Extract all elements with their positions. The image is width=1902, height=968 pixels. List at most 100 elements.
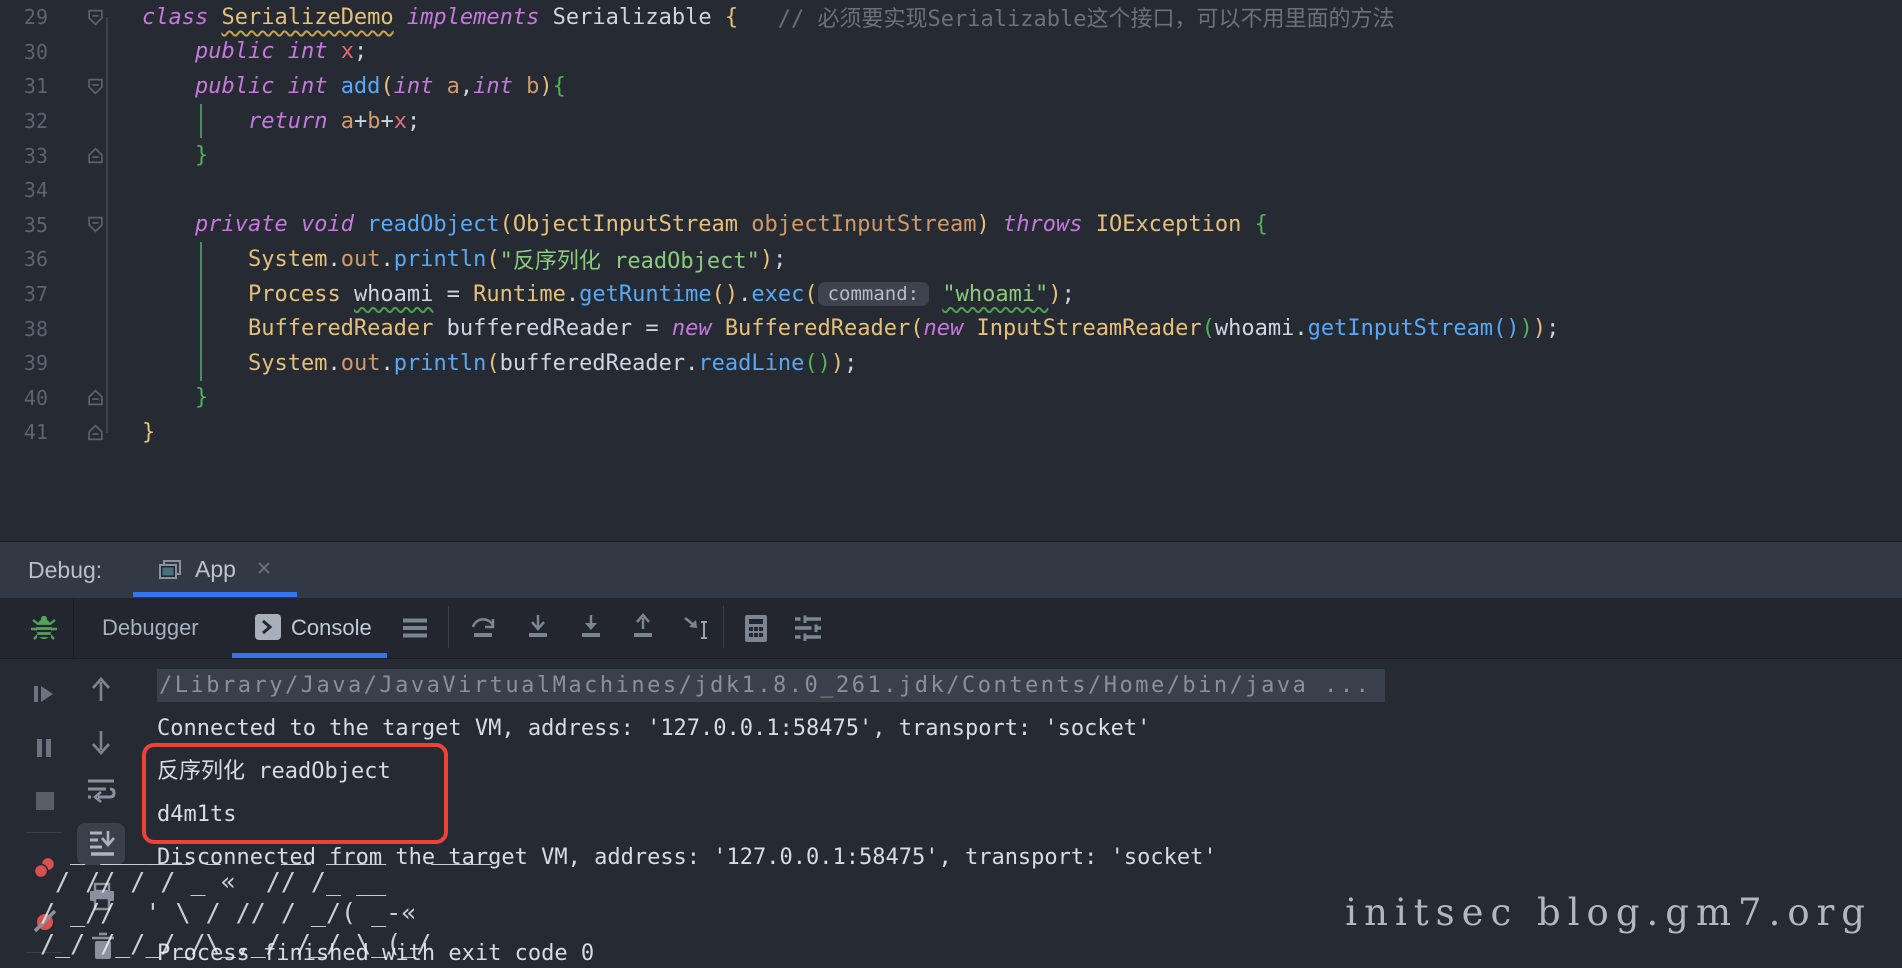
- soft-wrap-icon[interactable]: [86, 777, 116, 809]
- code-token: getInputStream: [1308, 316, 1493, 341]
- code-token: a: [447, 74, 460, 99]
- line-number: 36: [0, 247, 48, 271]
- code-token: Runtime: [473, 282, 566, 307]
- code-token: [1241, 212, 1254, 237]
- code-token: (): [804, 351, 831, 376]
- code-token: readLine: [698, 351, 804, 376]
- code-token: new: [672, 316, 725, 341]
- code-token: ): [539, 74, 552, 99]
- line-number: 40: [0, 386, 48, 410]
- tab-console[interactable]: Console: [291, 615, 372, 641]
- fold-marker-icon[interactable]: [48, 9, 142, 26]
- code-line[interactable]: 32 return a+b+x;: [0, 104, 1902, 139]
- stop-icon[interactable]: [35, 791, 55, 815]
- code-token: b: [367, 109, 380, 134]
- code-token: [738, 212, 751, 237]
- code-line[interactable]: 35 private void readObject(ObjectInputSt…: [0, 208, 1902, 243]
- code-line[interactable]: 33 }: [0, 138, 1902, 173]
- code-line[interactable]: 29class SerializeDemo implements Seriali…: [0, 0, 1902, 35]
- toolbar-separator: [26, 832, 62, 833]
- code-token: ;: [354, 39, 367, 64]
- line-number: 38: [0, 317, 48, 341]
- pause-icon[interactable]: [34, 737, 54, 763]
- code-token: println: [394, 351, 487, 376]
- code-token: (: [1202, 316, 1215, 341]
- code-token: out: [341, 247, 381, 272]
- fold-marker-icon[interactable]: [48, 216, 142, 233]
- code-line[interactable]: 41}: [0, 415, 1902, 450]
- code-token: BufferedReader: [248, 316, 433, 341]
- fold-marker-icon[interactable]: [48, 389, 142, 406]
- code-token: InputStreamReader: [976, 316, 1201, 341]
- debug-toolwindow-header: Debug: App ×: [0, 541, 1902, 598]
- console-line: /Library/Java/JavaVirtualMachines/jdk1.8…: [157, 664, 1385, 707]
- layout-settings-icon[interactable]: [793, 614, 823, 647]
- code-token: [142, 143, 195, 168]
- code-line[interactable]: 31 public int add(int a,int b){: [0, 69, 1902, 104]
- ascii-watermark: _ ______ _ __ ____ ____ / // / / _ « // …: [40, 835, 492, 959]
- toolbar-separator: [723, 606, 724, 648]
- step-out-icon[interactable]: [630, 614, 656, 647]
- code-line[interactable]: 37 Process whoami = Runtime.getRuntime()…: [0, 277, 1902, 312]
- code-token: (: [910, 316, 923, 341]
- code-token: +: [380, 109, 393, 134]
- step-into-icon[interactable]: [525, 614, 551, 647]
- code-line[interactable]: 30 public int x;: [0, 35, 1902, 70]
- code-lines: 29class SerializeDemo implements Seriali…: [0, 0, 1902, 450]
- fold-marker-icon[interactable]: [48, 78, 142, 95]
- code-line[interactable]: 34: [0, 173, 1902, 208]
- code-token: return: [248, 109, 341, 134]
- code-token: .: [327, 351, 340, 376]
- code-editor[interactable]: 29class SerializeDemo implements Seriali…: [0, 0, 1902, 541]
- code-token: ObjectInputStream: [513, 212, 738, 237]
- code-token: [929, 282, 942, 307]
- code-token: [142, 385, 195, 410]
- code-token: .: [380, 247, 393, 272]
- close-icon[interactable]: ×: [257, 555, 271, 583]
- code-token: (: [486, 351, 499, 376]
- code-line[interactable]: 40 }: [0, 381, 1902, 416]
- layout-options-icon[interactable]: [402, 618, 428, 643]
- scroll-down-icon[interactable]: [89, 729, 113, 759]
- line-number: 30: [0, 40, 48, 64]
- inlay-hint-chip: command:: [818, 282, 930, 306]
- fold-marker-icon[interactable]: [48, 147, 142, 164]
- code-token: int: [394, 74, 447, 99]
- code-token: +: [354, 109, 367, 134]
- step-over-icon[interactable]: [470, 614, 496, 647]
- ascii-watermark-row: _ ______ _ __ ____ ____: [40, 835, 492, 866]
- code-line[interactable]: 38 BufferedReader bufferedReader = new B…: [0, 311, 1902, 346]
- fold-marker-icon[interactable]: [48, 424, 142, 441]
- scroll-up-icon[interactable]: [89, 677, 113, 707]
- code-token: ;: [844, 351, 857, 376]
- code-token: [142, 351, 248, 376]
- code-token: getRuntime: [579, 282, 711, 307]
- code-token: [142, 316, 248, 341]
- resume-icon[interactable]: [32, 683, 56, 709]
- run-to-cursor-icon[interactable]: [683, 614, 713, 647]
- code-token: [142, 212, 195, 237]
- debug-toolbar-row: Debugger Console: [0, 598, 1902, 658]
- code-token: add: [341, 74, 381, 99]
- blog-watermark: initsec blog.gm7.org: [1345, 891, 1872, 934]
- code-token: =: [433, 282, 473, 307]
- line-number: 34: [0, 178, 48, 202]
- code-line[interactable]: 36 System.out.println("反序列化 readObject")…: [0, 242, 1902, 277]
- code-line[interactable]: 39 System.out.println(bufferedReader.rea…: [0, 346, 1902, 381]
- code-token: BufferedReader: [725, 316, 910, 341]
- evaluate-expression-icon[interactable]: [743, 614, 769, 649]
- code-token: }: [195, 143, 208, 168]
- code-token: ): [1048, 282, 1061, 307]
- tab-app[interactable]: App ×: [133, 542, 297, 598]
- force-step-into-icon[interactable]: [578, 614, 604, 647]
- code-token: {: [553, 74, 566, 99]
- code-token: }: [195, 385, 208, 410]
- tab-debugger[interactable]: Debugger: [102, 615, 199, 641]
- ascii-watermark-row: /_/ /_/_/_/\_,_/ /_/ \_(_/: [40, 928, 492, 959]
- code-token: .: [380, 351, 393, 376]
- code-token: [341, 282, 354, 307]
- code-token: (): [1493, 316, 1520, 341]
- code-token: bufferedReader.: [500, 351, 699, 376]
- console-panel: /Library/Java/JavaVirtualMachines/jdk1.8…: [0, 659, 1902, 968]
- code-token: public int: [195, 39, 341, 64]
